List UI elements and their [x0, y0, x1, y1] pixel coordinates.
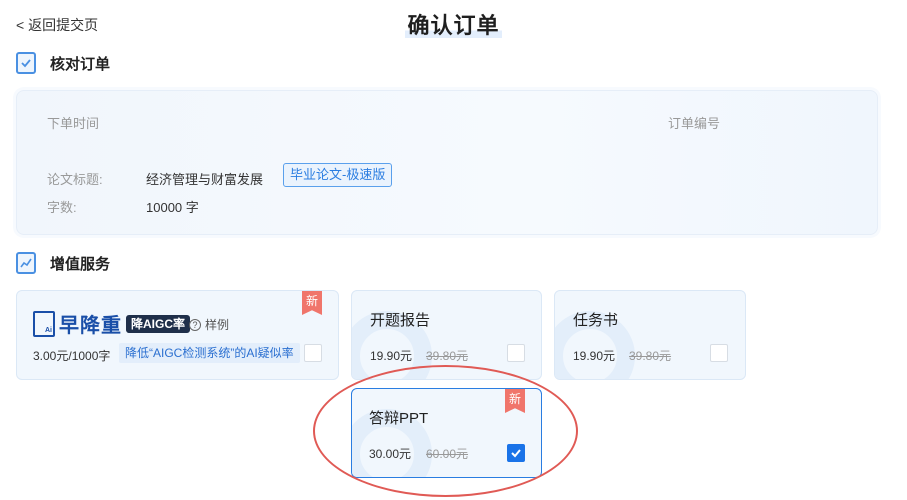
thesis-title-value: 经济管理与财富发展 — [146, 172, 264, 187]
services-section-title: 增值服务 — [50, 255, 111, 273]
task-book-checkbox[interactable] — [710, 344, 728, 362]
checkmark-icon — [511, 449, 521, 458]
proposal-old-price: 39.80元 — [426, 349, 469, 363]
proposal-price: 19.90元 — [370, 349, 413, 363]
check-document-icon — [16, 52, 36, 74]
order-number-label: 订单编号 — [668, 116, 721, 131]
sample-label: 样例 — [205, 318, 230, 332]
service-card-task-book[interactable]: 任务书 19.90元 39.80元 — [554, 290, 746, 380]
word-count-label: 字数: — [47, 200, 77, 215]
aigc-checkbox[interactable] — [304, 344, 322, 362]
new-badge: 新 — [302, 291, 322, 315]
thesis-title-label: 论文标题: — [47, 172, 103, 187]
service-card-aigc[interactable]: Ai 早降重 降AIGC率 ? 样例 3.00元/1000字 降低“AIGC检测… — [16, 290, 339, 380]
help-icon: ? — [189, 318, 201, 331]
order-section-title: 核对订单 — [50, 55, 111, 73]
version-tag: 毕业论文-极速版 — [283, 163, 393, 187]
defense-ppt-price: 30.00元 — [369, 447, 412, 461]
task-book-name: 任务书 — [573, 312, 619, 329]
logo-mark-icon: Ai — [33, 310, 55, 337]
aigc-note: 降低“AIGC检测系统”的AI疑似率 — [119, 343, 300, 363]
proposal-name: 开题报告 — [370, 312, 431, 329]
services-section-header: 增值服务 — [16, 252, 110, 274]
word-count-value: 10000 字 — [146, 200, 199, 215]
logo-pill: 降AIGC率 — [126, 314, 191, 333]
chart-icon — [16, 252, 36, 274]
page-title: 确认订单 — [0, 8, 907, 40]
proposal-checkbox[interactable] — [507, 344, 525, 362]
defense-ppt-checkbox[interactable] — [507, 444, 525, 462]
defense-ppt-old-price: 60.00元 — [426, 447, 469, 461]
defense-ppt-name: 答辩PPT — [369, 410, 429, 427]
aigc-logo: Ai 早降重 降AIGC率 — [33, 309, 191, 338]
new-badge: 新 — [505, 389, 525, 413]
order-time-label: 下单时间 — [47, 116, 100, 131]
sample-link[interactable]: ? 样例 — [189, 316, 229, 333]
service-card-proposal[interactable]: 开题报告 19.90元 39.80元 — [351, 290, 542, 380]
page-title-text: 确认订单 — [405, 13, 502, 38]
service-card-defense-ppt[interactable]: 答辩PPT 30.00元 60.00元 新 — [351, 388, 542, 478]
task-book-price: 19.90元 — [573, 349, 616, 363]
logo-mark-text: Ai — [45, 326, 52, 334]
order-card: 下单时间 订单编号 论文标题: 经济管理与财富发展 毕业论文-极速版 字数: 1… — [16, 90, 878, 235]
order-section-header: 核对订单 — [16, 52, 110, 74]
task-book-old-price: 39.80元 — [629, 349, 672, 363]
aigc-price: 3.00元/1000字 — [33, 349, 111, 363]
logo-text: 早降重 — [59, 315, 122, 337]
